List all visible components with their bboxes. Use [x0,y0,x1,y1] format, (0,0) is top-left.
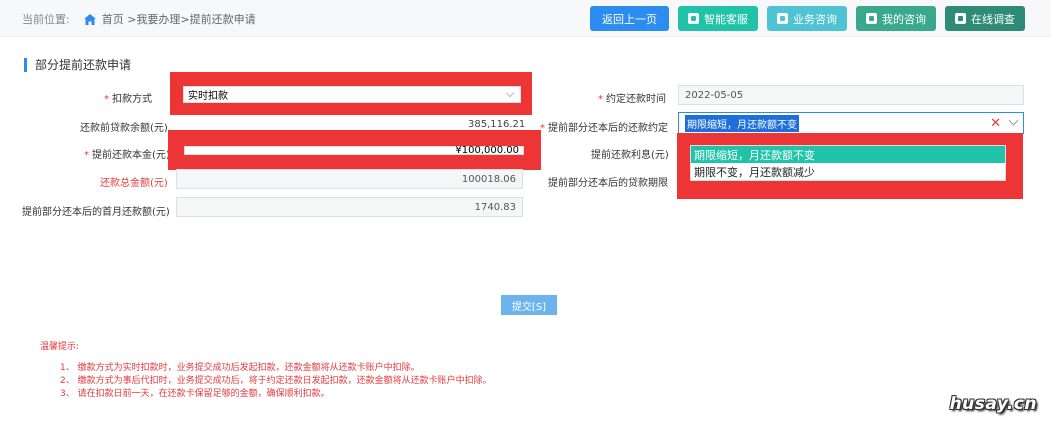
repay-agreement-dropdown: 期限缩短，月还款额不变 期限不变，月还款额减少 [690,145,1006,181]
total-field: 100018.06 [176,169,523,189]
section-title: 部分提前还款申请 [24,58,131,72]
agreed-date-field: 2022-05-05 [678,85,1024,105]
repay-agreement-value: 期限缩短，月还款额不变 [685,114,799,132]
my-consult-label: 我的咨询 [882,12,926,26]
interest-label: 提前还款利息(元) [591,150,669,161]
tip-item: 1、 缴款方式为实时扣款时，业务提交成功后发起扣款，还款金额将从还款卡账户中扣除… [60,363,420,373]
robot-icon [688,13,699,24]
top-bar: 当前位置: 首页 >我要办理>提前还款申请 返回上一页 智能客服 业务咨询 我的… [0,0,1051,37]
dropdown-option[interactable]: 期限不变，月还款额减少 [691,163,1005,180]
deduct-method-select[interactable]: 实时扣款 [183,86,521,103]
tip-item: 2、 缴款方式为事后代扣时，业务提交成功后，将于约定还款日发起扣款，还款金额将从… [60,376,492,386]
mail-icon [777,13,788,24]
monthly-field: 1740.83 [176,197,523,217]
watermark: husay.cn [949,394,1037,414]
header-buttons: 返回上一页 智能客服 业务咨询 我的咨询 在线调查 [590,6,1025,31]
clear-icon[interactable]: ✕ [990,116,1001,131]
repay-agreement-select[interactable]: 期限缩短，月还款额不变 ✕ [678,112,1024,134]
home-icon[interactable] [83,13,96,25]
smart-service-button[interactable]: 智能客服 [678,6,758,31]
back-button-label: 返回上一页 [602,12,657,26]
monthly-label: 提前部分还本后的首月还款额(元) [22,207,170,218]
consult-label: 业务咨询 [793,12,837,26]
tips: 温馨提示: 1、 缴款方式为实时扣款时，业务提交成功后发起扣款，还款金额将从还款… [40,339,492,401]
breadcrumb-path[interactable]: 首页 >我要办理>提前还款申请 [102,11,256,27]
survey-button[interactable]: 在线调查 [945,6,1025,31]
total-label: 还款总金额(元) [100,178,168,189]
image-icon [866,13,877,24]
balance-before-label: 还款前贷款余额(元) [80,123,168,134]
survey-icon [955,13,966,24]
back-button[interactable]: 返回上一页 [590,6,669,31]
submit-button[interactable]: 提交[S] [501,295,557,315]
balance-before-value: 385,116.21 [468,119,526,130]
agreed-date-label: * 约定还款时间 [598,94,666,105]
tips-title: 温馨提示: [40,342,80,352]
chevron-down-icon [1008,115,1019,126]
dropdown-option[interactable]: 期限缩短，月还款额不变 [691,146,1005,163]
smart-service-label: 智能客服 [704,12,748,26]
my-consult-button[interactable]: 我的咨询 [856,6,936,31]
survey-label: 在线调查 [971,12,1015,26]
tip-item: 3、 请在扣款日前一天，在还款卡保留足够的金额，确保顺利扣款。 [60,389,330,399]
breadcrumb: 当前位置: 首页 >我要办理>提前还款申请 [22,11,256,27]
principal-label: * 提前还款本金(元) [84,150,170,161]
consult-button[interactable]: 业务咨询 [767,6,847,31]
breadcrumb-label: 当前位置: [22,13,70,26]
deduct-method-label: * 扣款方式 [104,94,152,105]
principal-input[interactable]: ¥100,000.00 [184,145,524,156]
term-label: 提前部分还本后的贷款期限 [548,178,668,189]
repay-agreement-label: * 提前部分还本后的还款约定 [540,123,668,134]
